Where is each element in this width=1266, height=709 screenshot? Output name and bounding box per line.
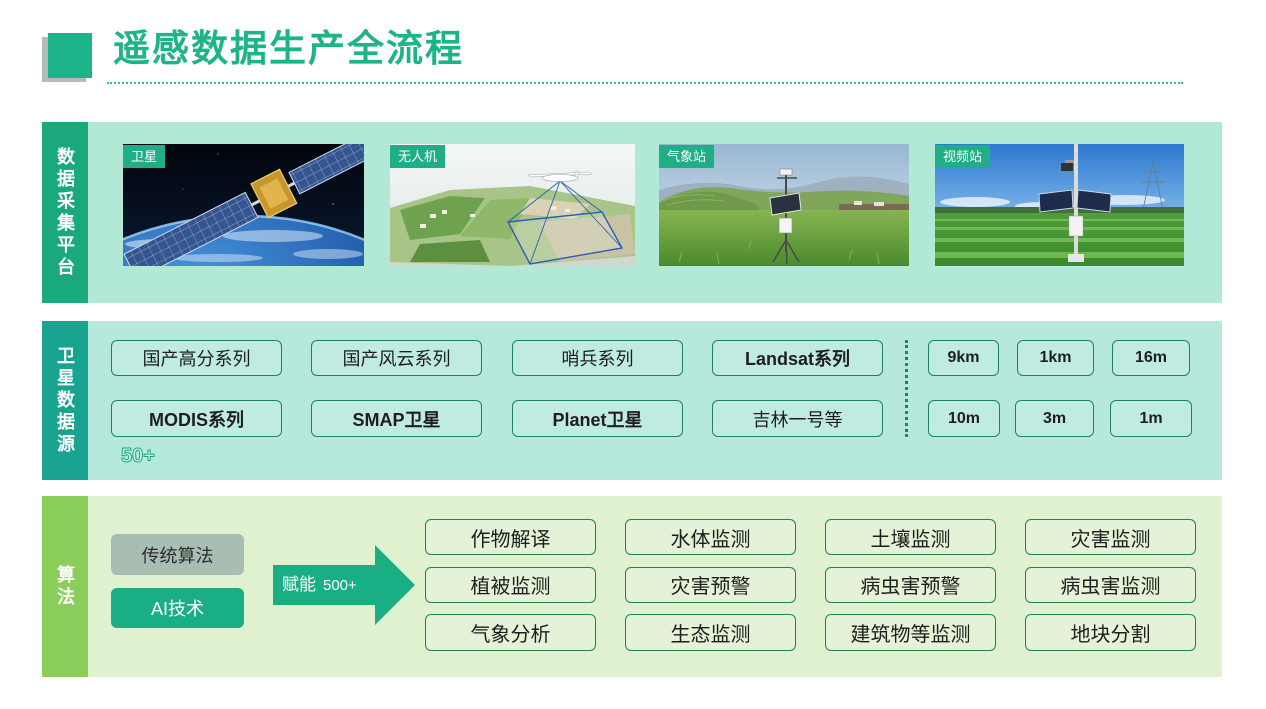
satellite-photo: 卫星 [123, 144, 364, 266]
enable-label: 赋能 [282, 575, 316, 594]
app-soil-monitoring: 土壤监测 [825, 519, 996, 555]
algorithms-section: 算法 传统算法 AI技术 赋能 500+ 作物解译 水体监测 土壤监测 灾害监测 … [42, 496, 1222, 677]
platform-tag-satellite: 卫星 [123, 145, 166, 168]
app-vegetation-monitoring: 植被监测 [425, 566, 596, 603]
app-weather-analysis: 气象分析 [425, 614, 596, 651]
title-square-icon [48, 33, 92, 78]
acquisition-section: 数据采集平台 卫星 无人机 气象站 视频站 [42, 122, 1222, 303]
application-grid: 作物解译 水体监测 土壤监测 灾害监测 植被监测 灾害预警 病虫害预警 病虫害监… [425, 519, 1196, 651]
app-pest-monitoring: 病虫害监测 [1025, 566, 1196, 603]
series-landsat: Landsat系列 [712, 340, 883, 376]
slide: 遥感数据生产全流程 数据采集平台 卫星 无人机 气象站 视频站 卫星数据源 国产… [0, 0, 1266, 709]
sources-band: 卫星数据源 [42, 321, 88, 480]
resolution-1m: 1m [1110, 400, 1192, 437]
platform-tag-video-station: 视频站 [935, 145, 991, 168]
enable-arrow: 赋能 500+ [273, 545, 415, 625]
enable-text: 赋能 500+ [282, 574, 357, 596]
app-parcel-segmentation: 地块分割 [1025, 614, 1196, 651]
app-water-monitoring: 水体监测 [625, 519, 796, 555]
uav-photo: 无人机 [390, 144, 635, 266]
video-station-photo: 视频站 [935, 144, 1184, 266]
resolution-16m: 16m [1112, 340, 1190, 376]
algorithms-band: 算法 [42, 496, 88, 677]
app-building-monitoring: 建筑物等监测 [825, 614, 996, 651]
sources-label: 卫星数据源 [55, 345, 75, 456]
resolution-3m: 3m [1015, 400, 1094, 437]
sources-section: 卫星数据源 国产高分系列 国产风云系列 哨兵系列 Landsat系列 MODIS… [42, 321, 1222, 480]
series-planet: Planet卫星 [512, 400, 683, 437]
title-divider [107, 82, 1183, 84]
traditional-algorithm-box: 传统算法 [111, 534, 244, 575]
app-pest-warning: 病虫害预警 [825, 566, 996, 603]
source-count: 50+ [121, 445, 156, 468]
weather-station-photo: 气象站 [659, 144, 909, 266]
acquisition-label: 数据采集平台 [55, 146, 75, 279]
series-modis: MODIS系列 [111, 400, 282, 437]
app-ecology-monitoring: 生态监测 [625, 614, 796, 651]
resolution-9km: 9km [928, 340, 999, 376]
resolution-1km: 1km [1017, 340, 1094, 376]
resolution-10m: 10m [928, 400, 1000, 437]
app-disaster-monitoring: 灾害监测 [1025, 519, 1196, 555]
series-sentinel: 哨兵系列 [512, 340, 683, 376]
series-fengyun: 国产风云系列 [311, 340, 482, 376]
enable-count: 500+ [323, 577, 357, 594]
dotted-separator [905, 340, 908, 437]
platform-tag-weather-station: 气象站 [659, 145, 715, 168]
app-disaster-warning: 灾害预警 [625, 566, 796, 603]
series-jilin: 吉林一号等 [712, 400, 883, 437]
platform-tag-uav: 无人机 [390, 145, 446, 168]
series-smap: SMAP卫星 [311, 400, 482, 437]
algorithms-label: 算法 [55, 564, 75, 609]
ai-technology-box: AI技术 [111, 588, 244, 628]
acquisition-band: 数据采集平台 [42, 122, 88, 303]
series-gaofen: 国产高分系列 [111, 340, 282, 376]
app-crop-interpretation: 作物解译 [425, 519, 596, 555]
page-title: 遥感数据生产全流程 [113, 28, 464, 69]
